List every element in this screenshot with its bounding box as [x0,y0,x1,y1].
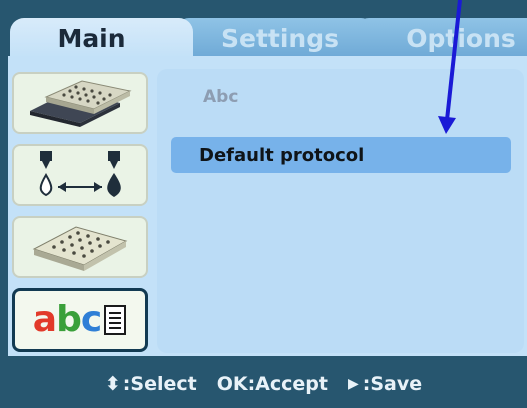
tab-settings[interactable]: Settings [175,18,375,58]
select-hint-label: :Select [122,373,197,395]
tab-options-label: Options [406,23,516,53]
microplate-stack-icon [30,80,132,127]
play-right-icon: ▶ [347,376,359,392]
sidebar-item-plate[interactable] [12,216,148,278]
category-label: Abc [203,87,239,107]
document-list-icon [104,305,127,335]
footer-hints: ⬍ :Select OK:Accept ▶ :Save [0,360,527,408]
save-hint-label: :Save [362,373,423,395]
tab-options[interactable]: Options [355,18,527,58]
accept-hint: OK:Accept [217,373,328,395]
protocol-list-panel: Abc Default protocol [157,69,524,353]
sidebar-item-plates[interactable] [12,72,148,134]
dispenser-arrows-icon [39,151,121,197]
save-hint: ▶ :Save [348,373,422,395]
up-down-icon: ⬍ [104,373,121,395]
protocol-item-label: Default protocol [199,144,365,166]
accept-hint-label: OK:Accept [216,373,328,395]
tab-settings-label: Settings [220,23,339,53]
abc-list-icon: abc [32,299,102,340]
tab-main[interactable]: Main [10,18,193,58]
sidebar-item-dispense[interactable] [12,144,148,206]
select-hint: ⬍ :Select [105,373,197,395]
microplate-icon [32,226,128,271]
tab-main-label: Main [57,23,126,53]
protocol-list-item[interactable]: Default protocol [171,137,511,173]
device-screen: Options Settings Main abc Abc Default pr… [0,0,527,408]
sidebar-item-protocols[interactable]: abc [12,288,148,352]
